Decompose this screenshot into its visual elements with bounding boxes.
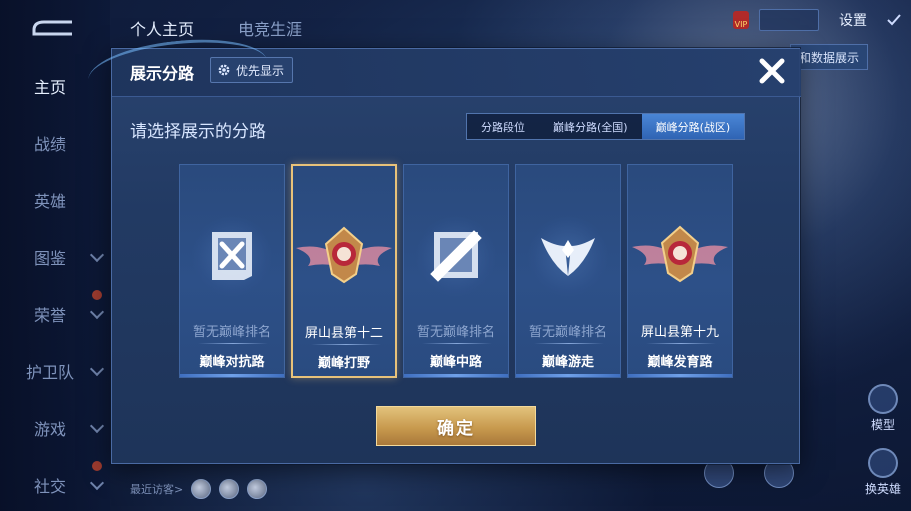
- card-rank-text: 屏山县第十九: [640, 325, 719, 340]
- tab-lane-rank[interactable]: 分路段位: [467, 114, 539, 139]
- nav-item-home[interactable]: 主页: [0, 71, 110, 101]
- chevron-down-icon: [89, 304, 105, 320]
- chevron-down-icon: [89, 247, 105, 263]
- winged-badge-icon: [296, 226, 392, 284]
- card-bottom-line: [404, 374, 508, 377]
- card-bottom-line: [516, 374, 620, 377]
- lane-icon-wrap: [293, 212, 395, 302]
- top-tabs: 个人主页 电竞生涯: [130, 16, 302, 40]
- wings-shield-icon: [541, 238, 595, 276]
- card-lane-text: 巅峰游走: [541, 355, 594, 370]
- tab-peak-region[interactable]: 巅峰分路(战区): [641, 114, 745, 139]
- nav-item-record[interactable]: 战绩: [0, 128, 110, 158]
- data-display-button[interactable]: 和数据展示: [790, 44, 869, 70]
- nav-item-label: 荣誉: [34, 306, 67, 325]
- nav-item-label: 护卫队: [26, 363, 75, 382]
- nav-item-social[interactable]: 社交: [0, 470, 110, 500]
- priority-display-label: 优先显示: [236, 63, 285, 78]
- tab-esports-career[interactable]: 电竞生涯: [238, 16, 302, 40]
- lane-icon-wrap: [404, 211, 508, 301]
- nav-item-games[interactable]: 游戏: [0, 413, 110, 443]
- card-lane-text: 巅峰打野: [317, 356, 370, 371]
- visitor-avatar[interactable]: [191, 478, 212, 499]
- rank-ring: [528, 216, 608, 296]
- sword-lane-icon: [212, 232, 252, 280]
- back-arrow-icon[interactable]: [28, 16, 76, 40]
- nav-item-label: 图鉴: [34, 249, 67, 268]
- model-button[interactable]: 模型: [858, 384, 908, 433]
- confirm-button[interactable]: 确定: [376, 406, 536, 446]
- lane-card-mid[interactable]: 暂无巅峰排名 巅峰中路: [403, 164, 509, 378]
- left-nav: 主页 战绩 英雄 图鉴 荣誉 护卫队 游戏 社交: [0, 0, 110, 511]
- checkmark-icon[interactable]: [887, 13, 901, 27]
- chevron-down-icon: [89, 475, 105, 491]
- chevron-down-icon: [89, 361, 105, 377]
- card-bottom-line: [628, 374, 732, 377]
- card-rank-text: 暂无巅峰排名: [528, 325, 607, 340]
- notification-badge: [92, 461, 102, 471]
- card-divider: [311, 344, 381, 345]
- close-icon[interactable]: [754, 53, 790, 89]
- card-lane-text: 巅峰中路: [429, 355, 482, 370]
- dialog-header: 展示分路 优先显示: [85, 31, 801, 111]
- nav-item-codex[interactable]: 图鉴: [0, 242, 110, 272]
- settings-button[interactable]: 设置: [829, 6, 877, 34]
- card-rank-text: 暂无巅峰排名: [416, 325, 495, 340]
- card-divider: [198, 343, 268, 344]
- dialog-title: 展示分路: [130, 64, 195, 83]
- nav-item-label: 主页: [34, 78, 67, 97]
- card-rank-text: 屏山县第十二: [304, 326, 383, 341]
- notification-badge: [92, 290, 102, 300]
- mid-lane-icon: [430, 230, 482, 282]
- chevron-down-icon: [89, 418, 105, 434]
- nav-item-label: 社交: [34, 477, 67, 496]
- data-display-label: 和数据展示: [799, 50, 860, 65]
- visitor-avatar[interactable]: [247, 478, 268, 499]
- vip-label: VIP: [734, 20, 748, 29]
- card-lane-text: 巅峰发育路: [647, 355, 713, 370]
- card-rank-text: 暂无巅峰排名: [192, 325, 271, 340]
- nav-item-heroes[interactable]: 英雄: [0, 185, 110, 215]
- tab-profile[interactable]: 个人主页: [130, 16, 194, 40]
- lane-icon-wrap: [180, 211, 284, 301]
- nav-item-honor[interactable]: 荣誉: [0, 299, 110, 329]
- lane-card-roam[interactable]: 暂无巅峰排名 巅峰游走: [515, 164, 621, 378]
- section-title: 请选择展示的分路: [130, 122, 266, 142]
- rank-ring: [192, 216, 272, 296]
- tab-peak-national[interactable]: 巅峰分路(全国): [539, 114, 642, 139]
- lane-card-farm[interactable]: 屏山县第十九 巅峰发育路: [627, 164, 733, 378]
- card-divider: [422, 343, 492, 344]
- card-divider: [646, 343, 716, 344]
- gear-icon: [218, 64, 230, 76]
- rank-ring: [416, 216, 496, 296]
- nav-item-guard-team[interactable]: 护卫队: [0, 356, 110, 386]
- lane-icon-wrap: [516, 211, 620, 301]
- vip-icon[interactable]: VIP: [733, 11, 749, 29]
- lane-type-tabs: 分路段位 巅峰分路(全国) 巅峰分路(战区): [466, 113, 746, 140]
- model-icon: [868, 384, 898, 414]
- priority-display-button[interactable]: 优先显示: [210, 57, 294, 83]
- card-bottom-line: [180, 374, 284, 377]
- winged-badge-icon: [632, 225, 728, 283]
- card-divider: [534, 343, 604, 344]
- recent-visitors-link[interactable]: 最近访客>: [130, 481, 183, 497]
- card-lane-text: 巅峰对抗路: [199, 355, 265, 370]
- lane-display-dialog: 展示分路 优先显示 请选择展示的分路 分路段位 巅峰分路(全国) 巅峰分路(战区…: [85, 31, 801, 464]
- vip-info-box[interactable]: [759, 9, 819, 31]
- lane-card-top[interactable]: 暂无巅峰排名 巅峰对抗路: [179, 164, 285, 378]
- nav-item-label: 英雄: [34, 192, 67, 211]
- visitor-avatar[interactable]: [219, 478, 240, 499]
- lane-card-jungle[interactable]: 屏山县第十二 巅峰打野: [291, 164, 397, 378]
- nav-item-label: 游戏: [34, 420, 67, 439]
- model-label: 模型: [870, 418, 895, 432]
- lane-icon-wrap: [628, 211, 732, 301]
- top-right-bar: VIP 设置: [733, 6, 901, 34]
- nav-item-label: 战绩: [34, 135, 67, 154]
